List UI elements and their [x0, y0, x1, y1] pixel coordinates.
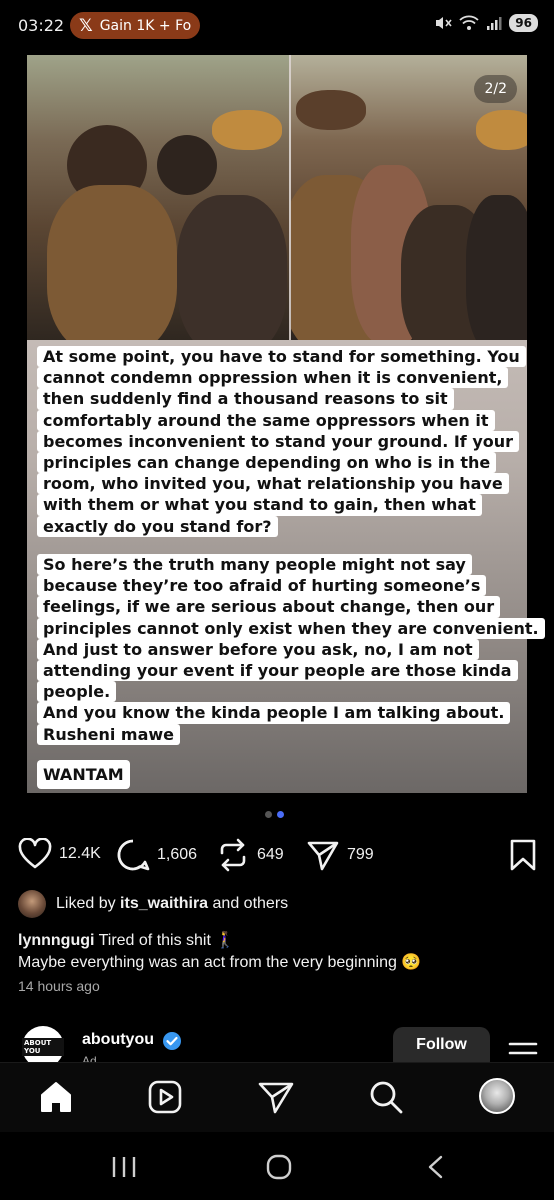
- send-icon: [307, 841, 339, 871]
- liked-by-user[interactable]: its_waithira: [120, 895, 208, 912]
- text-line: because they’re too afraid of hurting so…: [37, 575, 487, 597]
- bookmark-icon: [510, 839, 536, 871]
- text-line: comfortably around the same oppressors w…: [37, 409, 495, 431]
- nav-search[interactable]: [367, 1078, 405, 1121]
- notification-pill[interactable]: 𝕏 Gain 1K + Fo: [70, 12, 200, 39]
- notification-text: Gain 1K + Fo: [99, 17, 192, 34]
- caption-line-2: Maybe everything was an act from the ver…: [18, 954, 422, 971]
- carousel-dot: [265, 811, 272, 818]
- search-icon: [370, 1081, 403, 1114]
- avatar[interactable]: ABOUT YOU: [22, 1026, 64, 1065]
- save-button[interactable]: [508, 838, 538, 877]
- verified-badge-icon: [163, 1032, 181, 1050]
- heart-icon: [18, 838, 52, 869]
- text-line: feelings, if we are serious about change…: [37, 596, 501, 618]
- text-line: And just to answer before you ask, no, I…: [37, 638, 479, 661]
- video-play-icon: [148, 1080, 182, 1114]
- text-line: with them or what you stand to gain, the…: [37, 494, 482, 516]
- comment-button[interactable]: 1,606: [116, 838, 197, 872]
- menu-icon[interactable]: [507, 1040, 539, 1064]
- nav-profile[interactable]: [479, 1078, 515, 1114]
- comment-icon: [117, 839, 150, 871]
- avatar: [18, 890, 46, 918]
- carousel-dots: [265, 811, 284, 818]
- repost-count: 649: [257, 846, 284, 863]
- status-bar: 03:22 𝕏 Gain 1K + Fo 96: [0, 0, 554, 52]
- caption-username[interactable]: lynnngugi: [18, 932, 94, 949]
- text-line: cannot condemn oppression when it is con…: [37, 367, 509, 389]
- post-author-name[interactable]: aboutyou: [82, 1031, 154, 1049]
- next-post-header: ABOUT YOU aboutyou Ad Follow: [0, 1020, 554, 1065]
- x-logo-icon: 𝕏: [79, 15, 93, 36]
- post-tag: WANTAM: [37, 760, 130, 789]
- text-line: And you know the kinda people I am talki…: [37, 702, 511, 724]
- page-indicator: 2/2: [474, 75, 517, 103]
- text-line: then suddenly find a thousand reasons to…: [37, 388, 454, 410]
- back-icon[interactable]: [422, 1154, 450, 1180]
- bottom-navigation: [0, 1062, 554, 1132]
- text-line: At some point, you have to stand for som…: [37, 346, 526, 368]
- text-line: exactly do you stand for?: [37, 515, 278, 537]
- carousel-dot-active: [277, 811, 284, 818]
- text-line: attending your event if your people are …: [37, 660, 518, 682]
- post-image[interactable]: 2/2 At some point, you have to stand for…: [27, 55, 545, 793]
- text-line: principles cannot only exist when they a…: [37, 617, 545, 639]
- avatar: [479, 1078, 515, 1114]
- text-line: So here’s the truth many people might no…: [37, 554, 472, 576]
- send-icon: [258, 1082, 294, 1114]
- comment-count: 1,606: [157, 846, 198, 863]
- battery-indicator: 96: [509, 14, 538, 32]
- mute-icon: [436, 17, 452, 29]
- action-bar: 12.4K 1,606 649 799: [18, 838, 538, 874]
- liked-by-text: Liked by its_waithira and others: [56, 895, 288, 913]
- system-navigation: [0, 1132, 554, 1200]
- post-paragraph-1: At some point, you have to stand for som…: [37, 346, 526, 537]
- share-button[interactable]: 799: [306, 838, 374, 872]
- text-line: room, who invited you, what relationship…: [37, 473, 509, 495]
- caption-line-1: Tired of this shit 🚶‍♀️: [98, 932, 236, 949]
- liked-by-row[interactable]: Liked by its_waithira and others: [18, 890, 288, 918]
- post-timestamp: 14 hours ago: [18, 978, 100, 994]
- text-line: becomes inconvenient to stand your groun…: [37, 430, 520, 453]
- post-tag-block: WANTAM: [37, 760, 130, 789]
- share-count: 799: [347, 846, 374, 863]
- text-line: principles can change depending on who i…: [37, 452, 497, 474]
- wifi-icon: [459, 15, 479, 30]
- liked-by-prefix: Liked by: [56, 895, 116, 912]
- home-circle-icon[interactable]: [265, 1154, 293, 1180]
- like-button[interactable]: 12.4K: [18, 838, 101, 870]
- clock: 03:22: [18, 16, 65, 35]
- nav-video[interactable]: [146, 1078, 184, 1121]
- repost-icon: [220, 838, 246, 872]
- post-paragraph-2: So here’s the truth many people might no…: [37, 554, 545, 745]
- liked-by-suffix: and others: [212, 895, 289, 912]
- home-icon: [41, 1082, 71, 1112]
- nav-messages[interactable]: [257, 1078, 295, 1121]
- like-count: 12.4K: [59, 845, 101, 862]
- text-line: people.: [37, 681, 117, 703]
- caption: lynnngugi Tired of this shit 🚶‍♀️ Maybe …: [18, 930, 538, 974]
- recents-icon[interactable]: [110, 1154, 138, 1180]
- signal-icon: [487, 17, 502, 30]
- status-icons: 96: [434, 14, 538, 32]
- repost-button[interactable]: 649: [216, 838, 284, 872]
- nav-home[interactable]: [37, 1078, 75, 1121]
- text-line: Rusheni mawe: [37, 723, 181, 745]
- avatar-logo-text: ABOUT YOU: [22, 1038, 64, 1056]
- photo-left: [27, 55, 289, 340]
- follow-button[interactable]: Follow: [393, 1027, 490, 1065]
